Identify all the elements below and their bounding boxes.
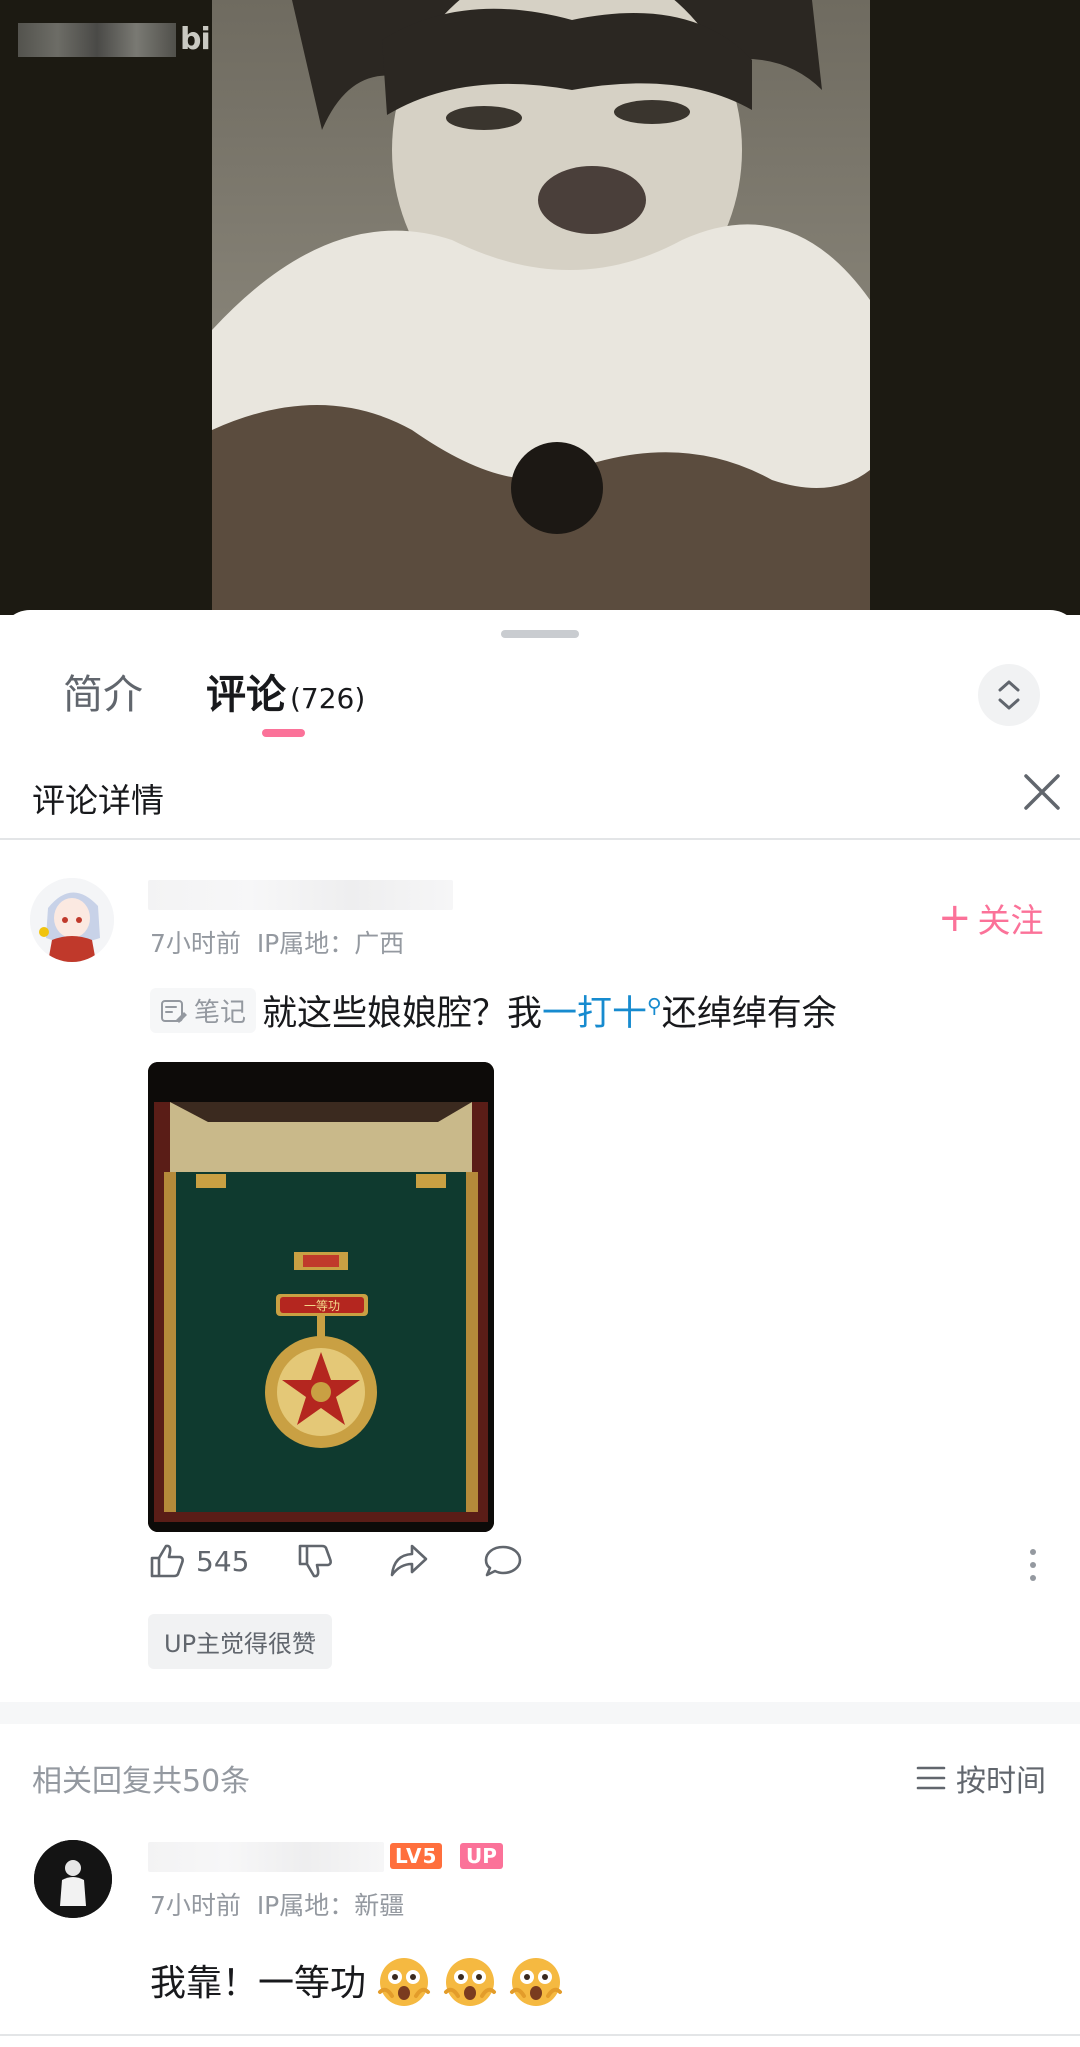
follow-label: 关注 [977, 901, 1044, 940]
search-link-text: 一打十 [542, 994, 648, 1034]
share-icon [390, 1544, 428, 1577]
tab-bar: 简介 评论 (726) [0, 650, 1080, 750]
medal-photo: 一等功 [148, 1062, 494, 1532]
note-tag[interactable]: 笔记 [150, 988, 257, 1033]
comment-detail-bar: 评论详情 [0, 750, 1080, 840]
comment-sheet: 简介 评论 (726) 评论详情 7小时前 IP属地：广西 + 关注 笔记 就这… [0, 610, 1080, 2047]
reply-avatar-image [34, 1840, 112, 1918]
comment-content: 笔记 就这些娘娘腔？我 一打十⚲ 还绰绰有余 [150, 985, 837, 1036]
reply-avatar[interactable] [34, 1840, 112, 1918]
active-tab-indicator [262, 729, 305, 737]
more-vertical-icon [1030, 1549, 1036, 1581]
shocked-emoji-icon [510, 1958, 563, 2006]
replies-count-header: 相关回复共50条 [32, 1764, 251, 1799]
username-blurred[interactable] [148, 880, 453, 910]
reply-content: 我靠！一等功 [150, 1952, 564, 2008]
video-player[interactable]: bilibili [0, 0, 1080, 615]
reply-button[interactable] [482, 1542, 524, 1580]
note-tag-label: 笔记 [194, 998, 247, 1028]
watermark-mosaic [18, 22, 176, 57]
comment-detail-title: 评论详情 [32, 781, 164, 820]
like-count: 545 [196, 1544, 250, 1578]
anime-avatar-image [30, 878, 114, 962]
up-badge: UP [460, 1843, 503, 1869]
sort-lines-icon [916, 1766, 946, 1790]
video-frame-illustration [212, 0, 870, 615]
reply-text: 我靠！一等功 [150, 1963, 367, 2004]
drag-handle[interactable] [501, 630, 579, 638]
tab-comments-label: 评论 [206, 672, 286, 718]
like-button[interactable]: 545 [148, 1542, 249, 1580]
more-options-button[interactable] [1028, 1548, 1038, 1586]
search-link[interactable]: 一打十⚲ [542, 985, 662, 1036]
tab-comments-count: (726) [290, 682, 366, 715]
sort-label: 按时间 [956, 1764, 1046, 1799]
share-button[interactable] [388, 1542, 430, 1580]
chevron-up-down-icon [998, 680, 1020, 710]
reply-meta: 7小时前 IP属地：新疆 [150, 1886, 404, 1922]
medal-title: 一等功 [304, 1299, 340, 1313]
section-divider [0, 1702, 1080, 1724]
plus-icon: + [938, 895, 972, 941]
note-icon [161, 999, 187, 1023]
thumbs-up-icon [150, 1544, 184, 1578]
comment-image-medal[interactable]: 一等功 [148, 1062, 494, 1532]
sort-button[interactable]: 按时间 [916, 1756, 1046, 1800]
expand-collapse-button[interactable] [978, 664, 1040, 726]
shocked-emoji-icon [378, 1958, 431, 2006]
comment-time-value: 7小时前 [150, 929, 241, 958]
comment-actions: 545 [148, 1542, 1048, 1602]
dislike-button[interactable] [296, 1542, 334, 1580]
level-badge: LV5 [390, 1843, 443, 1869]
reply-ip: IP属地：新疆 [256, 1891, 405, 1920]
comment-ip: IP属地：广西 [256, 929, 405, 958]
avatar[interactable] [30, 878, 114, 962]
reply-username-blurred[interactable] [148, 1842, 384, 1872]
comment-text-after: 还绰绰有余 [661, 994, 837, 1034]
follow-button[interactable]: + 关注 [938, 894, 1044, 942]
thumbs-down-icon [298, 1544, 332, 1578]
tab-intro[interactable]: 简介 [63, 662, 143, 720]
bottom-divider [0, 2034, 1080, 2036]
comment-text-before: 就这些娘娘腔？我 [262, 994, 543, 1034]
chat-bubble-icon [484, 1545, 522, 1577]
video-frame [212, 0, 870, 615]
shocked-emoji-icon [444, 1958, 497, 2006]
comment-time: 7小时前 IP属地：广西 [150, 924, 404, 960]
search-icon: ⚲ [647, 993, 662, 1018]
tab-comments[interactable]: 评论 (726) [206, 662, 365, 720]
reply-time: 7小时前 [150, 1891, 241, 1920]
close-icon[interactable] [1022, 772, 1062, 812]
up-liked-badge: UP主觉得很赞 [148, 1614, 333, 1669]
